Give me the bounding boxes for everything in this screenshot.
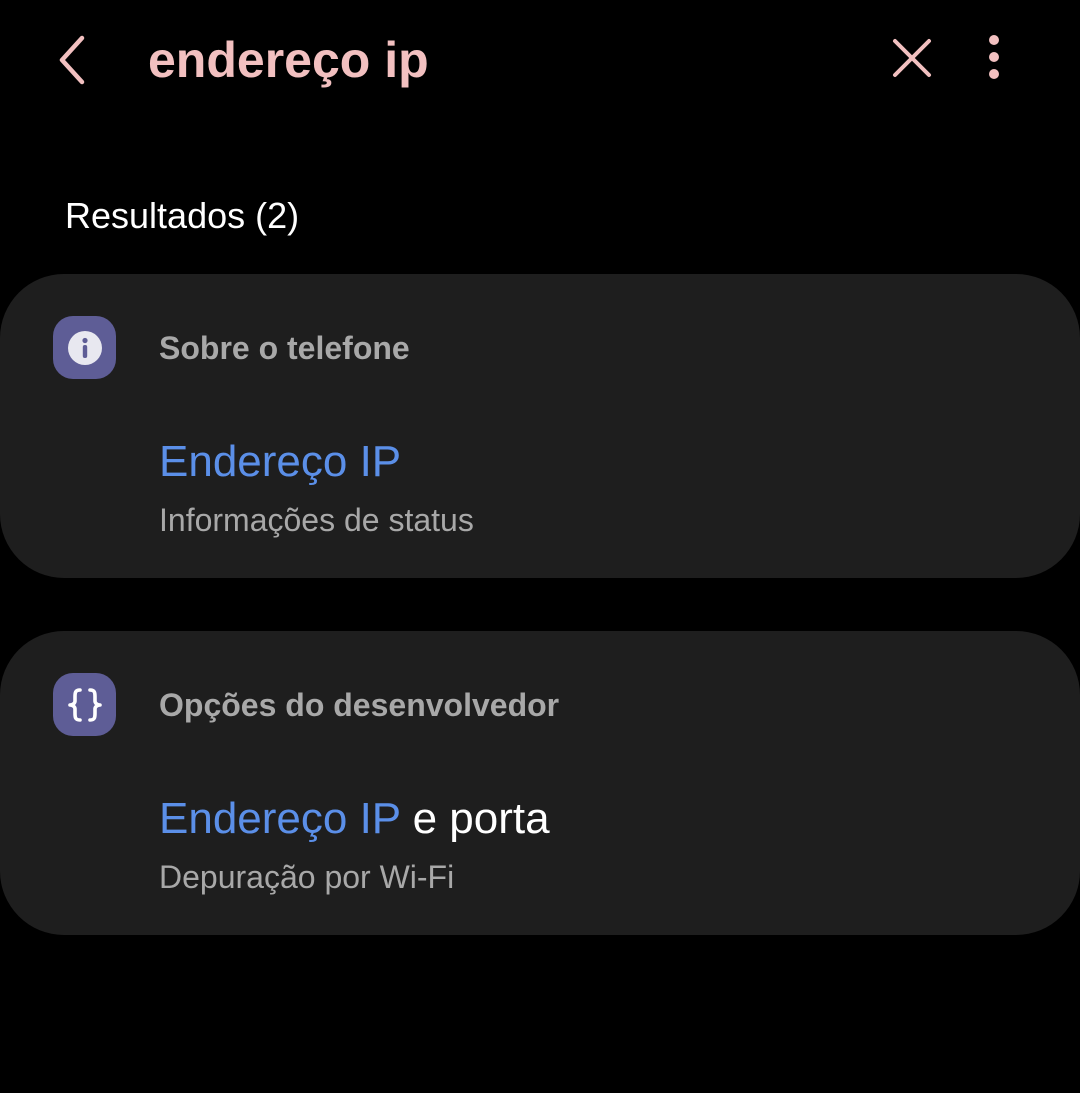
result-subtitle: Depuração por Wi-Fi	[159, 859, 455, 895]
result-category-label: Opções do desenvolvedor	[159, 687, 560, 723]
category-icon-tile	[53, 316, 116, 379]
result-category-label: Sobre o telefone	[159, 330, 410, 366]
info-icon	[67, 330, 102, 365]
result-title-rest: e porta	[400, 794, 550, 843]
search-result-card[interactable]: Sobre o telefone Endereço IP Informações…	[0, 274, 1080, 578]
search-input[interactable]	[148, 26, 848, 94]
result-subtitle: Informações de status	[159, 502, 474, 538]
category-icon-tile	[53, 673, 116, 736]
more-vertical-icon	[989, 35, 999, 79]
close-icon	[893, 39, 931, 77]
result-title: Endereço IP	[159, 434, 401, 490]
clear-search-button[interactable]	[876, 22, 948, 94]
chevron-left-icon	[59, 35, 85, 85]
search-toolbar	[0, 0, 1080, 120]
more-options-button[interactable]	[962, 22, 1026, 94]
code-braces-icon	[67, 687, 102, 722]
results-count-header: Resultados (2)	[65, 195, 300, 236]
search-result-card[interactable]: Opções do desenvolvedor Endereço IP e po…	[0, 631, 1080, 935]
back-button[interactable]	[40, 22, 104, 94]
result-title-match: Endereço IP	[159, 437, 402, 486]
result-title-match: Endereço IP	[159, 794, 401, 843]
result-title: Endereço IP e porta	[159, 791, 550, 847]
